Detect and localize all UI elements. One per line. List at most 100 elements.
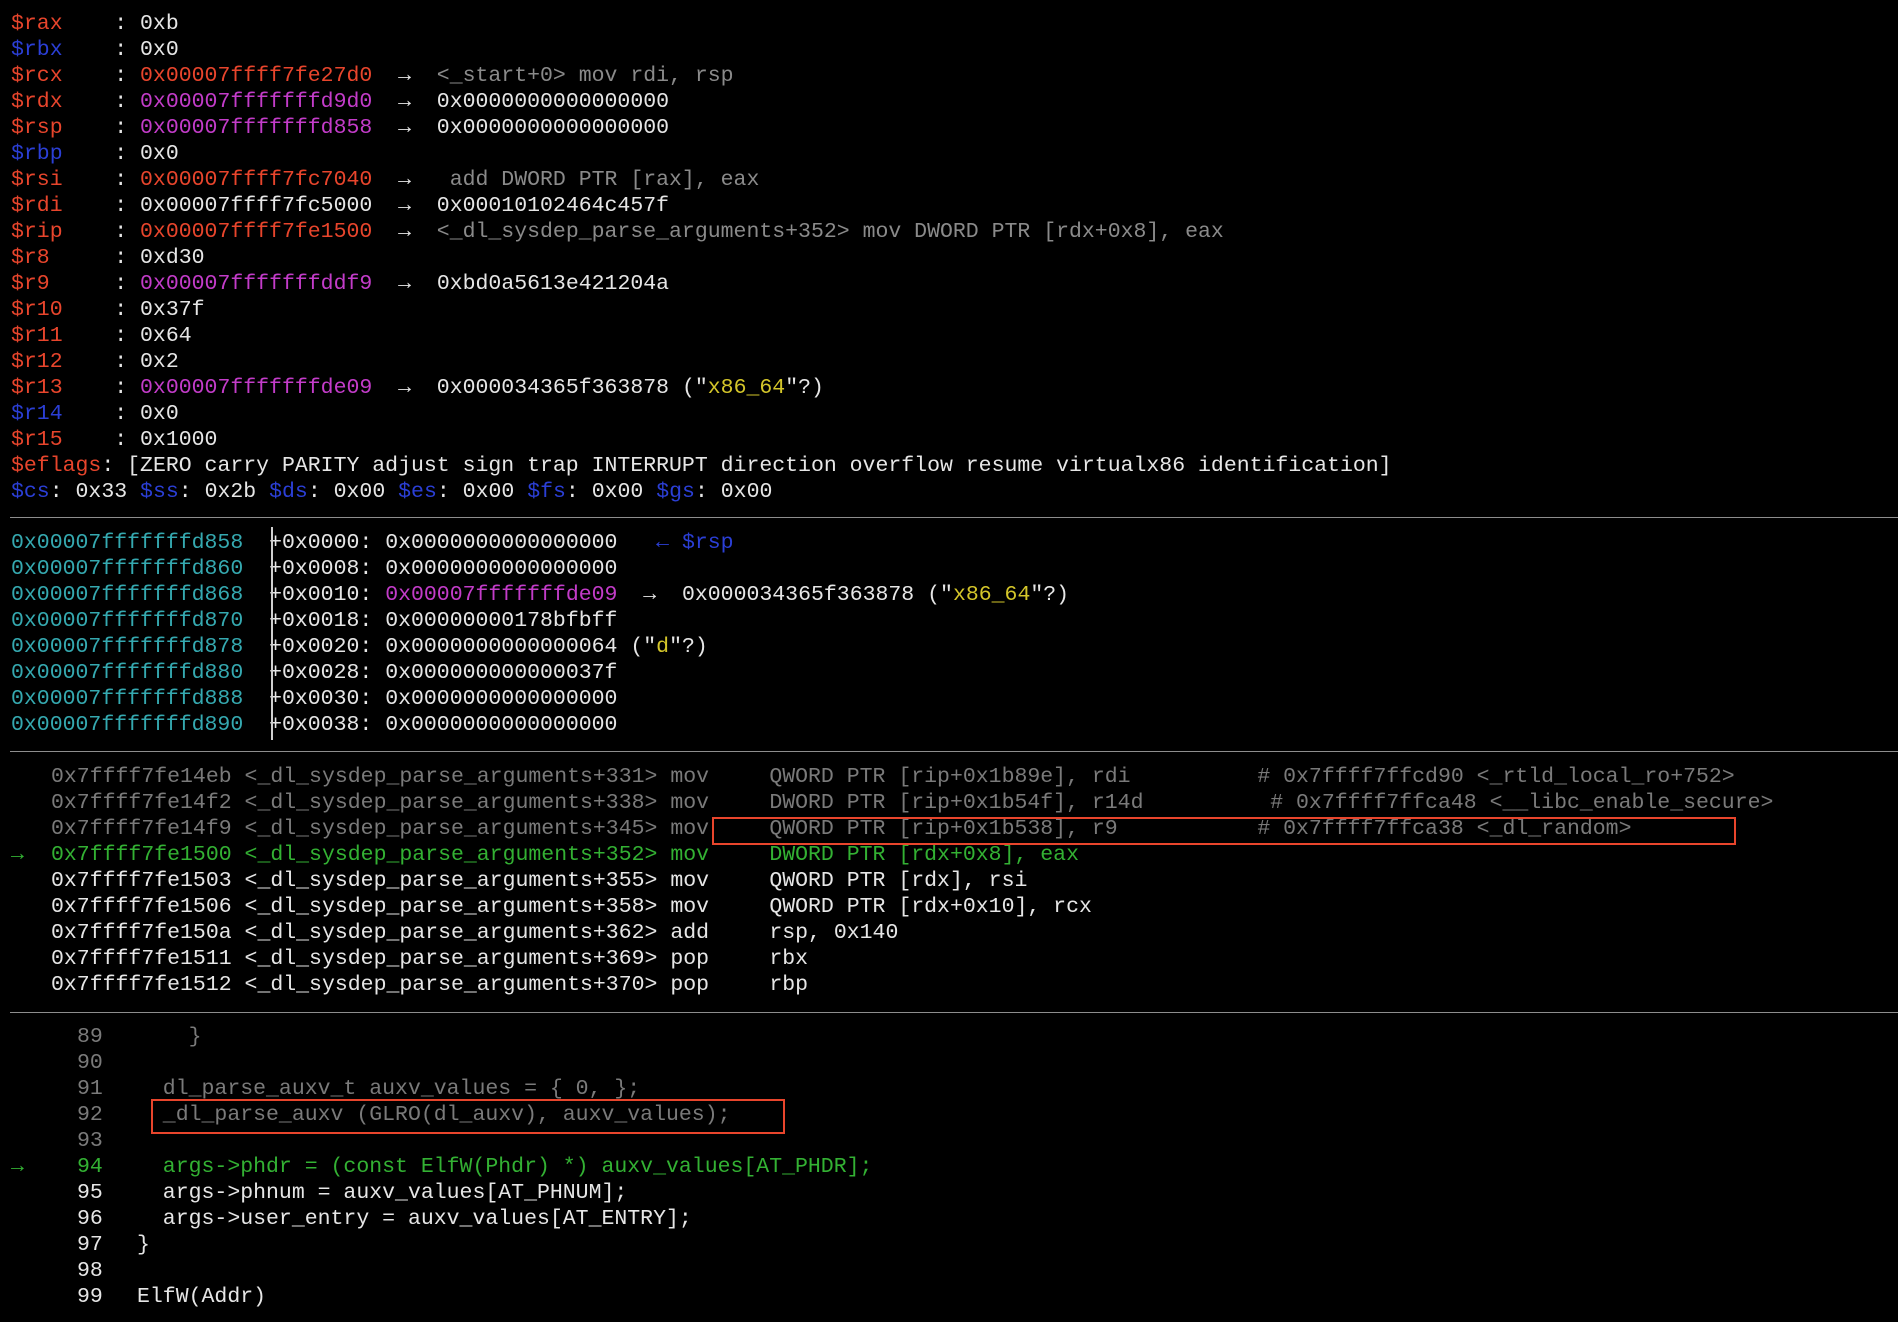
separator: : bbox=[62, 116, 141, 140]
stack-value: 0x0000000000000064 bbox=[385, 635, 618, 659]
register-row: $rdi : 0x00007ffff7fc5000 → 0x0001010246… bbox=[11, 193, 669, 219]
segment-name: $gs bbox=[656, 480, 695, 504]
separator: : bbox=[49, 272, 141, 296]
register-name: $rax bbox=[11, 12, 63, 36]
instruction-symbol: <_dl_sysdep_parse_arguments+362> bbox=[244, 921, 658, 945]
separator: : bbox=[436, 480, 463, 504]
string-prefix: (" bbox=[914, 583, 953, 607]
stack-deref: 0x000034365f363878 bbox=[681, 583, 915, 607]
instruction-symbol: <_dl_sysdep_parse_arguments+345> bbox=[244, 817, 658, 841]
stack-offset: +0x0020: bbox=[269, 635, 373, 659]
section-divider bbox=[10, 1012, 1898, 1013]
segment-value: 0x00 bbox=[720, 480, 773, 504]
register-row: $rsp : 0x00007fffffffd858 → 0x0000000000… bbox=[11, 115, 669, 141]
eflags-value: [ZERO carry PARITY adjust sign trap INTE… bbox=[127, 454, 1392, 478]
stack-offset: +0x0010: bbox=[269, 583, 373, 607]
separator: : bbox=[62, 402, 141, 426]
register-value: 0x00007fffffffde09 bbox=[140, 376, 373, 400]
register-value: 0x37f bbox=[140, 298, 205, 322]
eflags-label: $eflags bbox=[11, 454, 102, 478]
instruction-symbol: <_dl_sysdep_parse_arguments+370> bbox=[244, 973, 658, 997]
register-name: $rsp bbox=[11, 116, 63, 140]
stack-address: 0x00007fffffffd858 bbox=[11, 531, 244, 555]
instruction-opcode: mov bbox=[670, 765, 710, 789]
register-deref: 0xbd0a5613e421204a bbox=[436, 272, 670, 296]
segment-value: 0x2b bbox=[204, 480, 257, 504]
register-value: 0x00007ffff7fc7040 bbox=[140, 168, 373, 192]
separator: : bbox=[62, 220, 141, 244]
line-number: 95 bbox=[77, 1181, 103, 1205]
separator: : bbox=[565, 480, 592, 504]
register-row: $r13 : 0x00007fffffffde09 → 0x000034365f… bbox=[11, 375, 824, 401]
instruction-address: 0x7ffff7fe14eb bbox=[51, 765, 232, 789]
source-code: dl_parse_auxv_t auxv_values = { 0, }; bbox=[137, 1077, 641, 1101]
stack-row: 0x00007fffffffd888 +0x0030: 0x0000000000… bbox=[11, 686, 617, 712]
register-name: $r14 bbox=[11, 402, 63, 426]
string-prefix: (" bbox=[669, 376, 708, 400]
instruction-opcode: mov bbox=[670, 843, 710, 867]
source-line: 90 bbox=[11, 1050, 137, 1076]
register-row: $rbp : 0x0 bbox=[11, 141, 179, 167]
separator: : bbox=[62, 350, 141, 374]
string-value: d bbox=[656, 635, 670, 659]
segment-name: $ss bbox=[140, 480, 179, 504]
register-name: $r9 bbox=[11, 272, 50, 296]
register-value: 0x1000 bbox=[140, 428, 218, 452]
stack-value: 0x00007fffffffde09 bbox=[385, 583, 618, 607]
string-prefix: (" bbox=[617, 635, 657, 659]
register-deref: <_start+0> mov rdi, rsp bbox=[436, 64, 734, 88]
instruction-symbol: <_dl_sysdep_parse_arguments+352> bbox=[244, 843, 658, 867]
separator: : bbox=[62, 324, 141, 348]
register-row: $r12 : 0x2 bbox=[11, 349, 179, 375]
stack-row: 0x00007fffffffd860 +0x0008: 0x0000000000… bbox=[11, 556, 617, 582]
line-number: 97 bbox=[77, 1233, 103, 1257]
line-number: 92 bbox=[77, 1103, 103, 1127]
segment-value: 0x00 bbox=[462, 480, 515, 504]
separator: : bbox=[62, 38, 141, 62]
source-code: } bbox=[137, 1025, 202, 1049]
segment-name: $fs bbox=[527, 480, 566, 504]
register-deref: add DWORD PTR [rax], eax bbox=[436, 168, 760, 192]
separator: : bbox=[62, 168, 141, 192]
stack-offset: +0x0000: bbox=[269, 531, 373, 555]
register-value: 0xd30 bbox=[140, 246, 205, 270]
source-line: 97} bbox=[11, 1232, 150, 1258]
string-value: x86_64 bbox=[707, 376, 786, 400]
line-number: 94 bbox=[77, 1155, 103, 1179]
register-value: 0x00007fffffffddf9 bbox=[140, 272, 373, 296]
disasm-row: 0x7ffff7fe1503 <_dl_sysdep_parse_argumen… bbox=[11, 868, 1257, 894]
register-value: 0x00007ffff7fe27d0 bbox=[140, 64, 373, 88]
deref-arrow: → bbox=[372, 194, 437, 218]
deref-arrow: → bbox=[372, 220, 437, 244]
stack-value: 0x00000000178bfbff bbox=[385, 609, 618, 633]
instruction-operands: rbx bbox=[769, 947, 809, 971]
stack-offset: +0x0038: bbox=[269, 713, 373, 737]
stack-value: 0x0000000000000000 bbox=[385, 687, 618, 711]
register-name: $r8 bbox=[11, 246, 50, 270]
segment-value: 0x33 bbox=[75, 480, 128, 504]
stack-address: 0x00007fffffffd868 bbox=[11, 583, 244, 607]
segment-name: $cs bbox=[11, 480, 50, 504]
instruction-comment: # 0x7ffff7ffca48 <__libc_enable_secure> bbox=[1257, 791, 1774, 815]
disasm-row: 0x7ffff7fe1512 <_dl_sysdep_parse_argumen… bbox=[11, 972, 1257, 998]
register-value: 0x00007fffffffd9d0 bbox=[140, 90, 373, 114]
segment-name: $ds bbox=[269, 480, 308, 504]
register-value: 0x00007fffffffd858 bbox=[140, 116, 373, 140]
register-deref: 0x0000000000000000 bbox=[436, 90, 670, 114]
source-code: args->user_entry = auxv_values[AT_ENTRY]… bbox=[137, 1207, 692, 1231]
register-name: $rip bbox=[11, 220, 63, 244]
register-row: $r10 : 0x37f bbox=[11, 297, 205, 323]
